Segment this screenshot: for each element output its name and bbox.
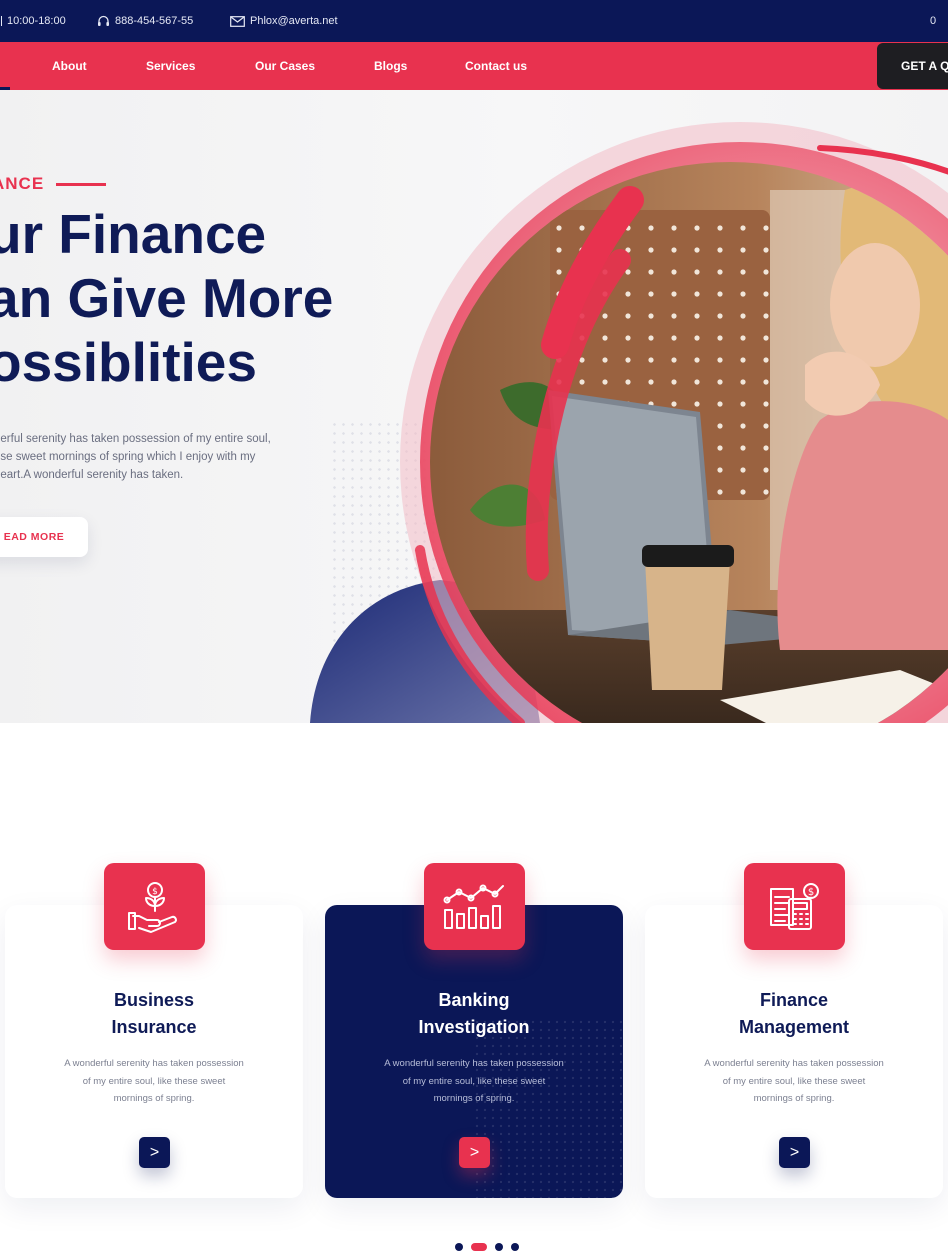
bar-chart-trend-icon — [424, 863, 525, 950]
service-description: A wonderful serenity has taken possessio… — [45, 1055, 263, 1108]
headset-icon — [97, 15, 110, 27]
service-description-line: mornings of spring. — [113, 1093, 195, 1104]
service-title-line: Business — [113, 990, 195, 1010]
svg-text:$: $ — [152, 887, 158, 897]
nav-item-about[interactable]: About — [52, 42, 87, 90]
pagination-dot[interactable] — [495, 1243, 503, 1251]
hero-section: ANCE ur Finance an Give More ossiblities… — [0, 90, 948, 723]
service-title-line: Investigation — [418, 1017, 530, 1037]
cart-count[interactable]: 0 — [930, 0, 936, 42]
service-arrow-button[interactable]: > — [459, 1137, 490, 1168]
mail-icon — [230, 15, 245, 27]
hero-illustration — [310, 122, 948, 723]
opening-hours-text: 10:00-18:00 — [7, 15, 66, 27]
svg-text:$: $ — [807, 887, 813, 898]
pagination-dot[interactable] — [455, 1243, 463, 1251]
service-description: A wonderful serenity has taken possessio… — [685, 1055, 903, 1108]
service-description: A wonderful serenity has taken possessio… — [365, 1055, 583, 1108]
email-info[interactable]: Phlox@averta.net — [230, 0, 338, 42]
top-info-bar: 10:00-18:00 888-454-567-55 Phlox@averta.… — [0, 0, 948, 42]
service-title-line: Management — [738, 1017, 850, 1037]
nav-item-services[interactable]: Services — [146, 42, 195, 90]
service-description-line: of my entire soul, like these sweet — [722, 1075, 866, 1087]
get-a-quote-button[interactable]: GET A Q — [877, 43, 948, 89]
services-section: $ Business Insurance A wonderful serenit… — [0, 720, 948, 1260]
hero-description-line: heart.A wonderful serenity has taken. — [0, 469, 184, 481]
nav-item-our-cases[interactable]: Our Cases — [255, 42, 315, 90]
main-navigation: About Services Our Cases Blogs Contact u… — [0, 42, 948, 90]
phone-info[interactable]: 888-454-567-55 — [97, 0, 193, 42]
nav-item-blogs[interactable]: Blogs — [374, 42, 407, 90]
service-title: Finance Management — [645, 987, 943, 1041]
service-card-business-insurance: $ Business Insurance A wonderful serenit… — [5, 863, 303, 1198]
hero-description-line: ese sweet mornings of spring which I enj… — [0, 451, 256, 463]
service-title-line: Insurance — [111, 1017, 197, 1037]
clock-icon — [0, 16, 2, 26]
service-description-line: A wonderful serenity has taken possessio… — [704, 1058, 884, 1069]
cart-count-text: 0 — [930, 15, 937, 27]
read-more-button[interactable]: EAD MORE — [0, 517, 88, 557]
service-description-line: mornings of spring. — [753, 1093, 835, 1104]
hero-description-line: derful serenity has taken possession of … — [0, 433, 271, 445]
pagination-dot[interactable] — [511, 1243, 519, 1251]
money-plant-hand-icon: $ — [104, 863, 205, 950]
service-description-line: of my entire soul, like these sweet — [82, 1075, 226, 1087]
email-address: Phlox@averta.net — [250, 15, 338, 27]
phone-number: 888-454-567-55 — [115, 15, 194, 27]
service-title: Business Insurance — [5, 987, 303, 1041]
service-description-line: of my entire soul, like these sweet — [402, 1075, 546, 1087]
service-arrow-button[interactable]: > — [779, 1137, 810, 1168]
hero-eyebrow: ANCE — [0, 174, 107, 194]
service-title: Banking Investigation — [325, 987, 623, 1041]
service-card-banking-investigation: Banking Investigation A wonderful sereni… — [325, 863, 623, 1198]
service-title-line: Banking — [438, 990, 510, 1010]
service-card-finance-management: $ Finance Management A wonderful serenit… — [645, 863, 943, 1198]
calculator-invoice-icon: $ — [744, 863, 845, 950]
hero-eyebrow-text: ANCE — [0, 174, 45, 193]
service-description-line: A wonderful serenity has taken possessio… — [64, 1058, 244, 1069]
service-description-line: mornings of spring. — [433, 1093, 515, 1104]
opening-hours: 10:00-18:00 — [0, 0, 66, 42]
carousel-pagination — [0, 1240, 948, 1254]
hero-description: derful serenity has taken possession of … — [0, 430, 334, 484]
service-arrow-button[interactable]: > — [139, 1137, 170, 1168]
pagination-dot-active[interactable] — [471, 1243, 487, 1251]
service-description-line: A wonderful serenity has taken possessio… — [384, 1058, 564, 1069]
service-title-line: Finance — [759, 990, 829, 1010]
nav-item-contact[interactable]: Contact us — [465, 42, 527, 90]
eyebrow-line — [56, 182, 107, 186]
